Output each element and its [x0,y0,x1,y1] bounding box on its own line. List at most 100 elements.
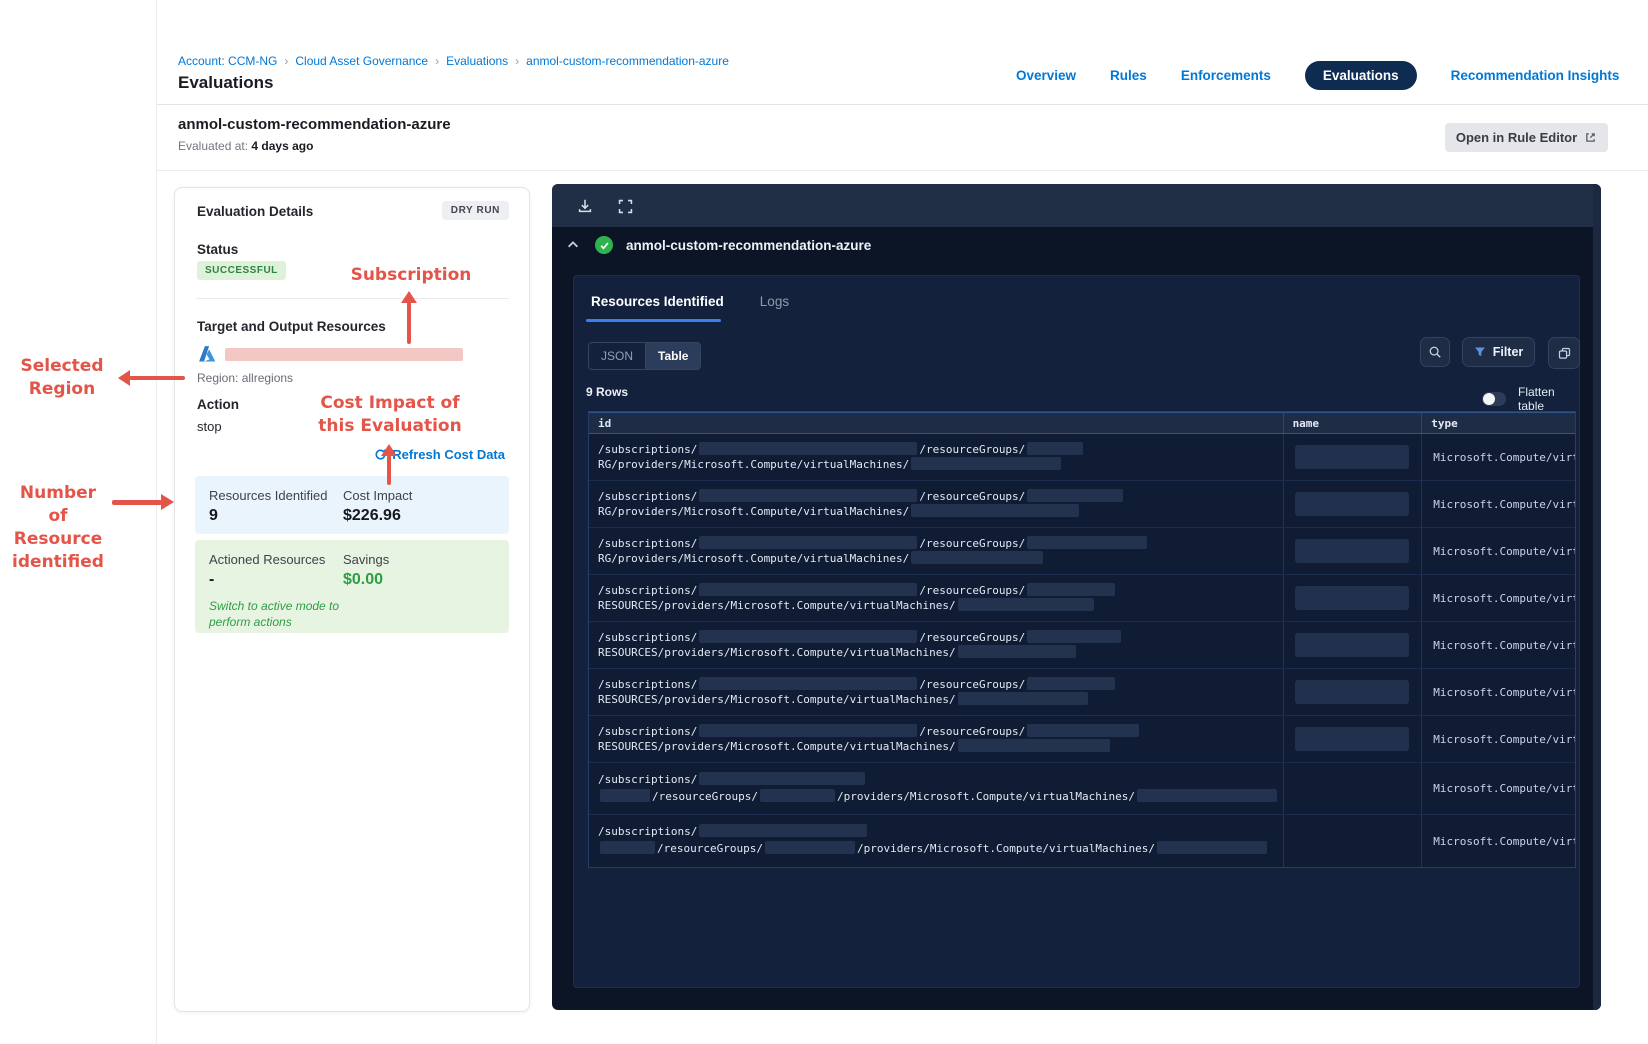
nav-tab-recommendation-insights[interactable]: Recommendation Insights [1451,68,1620,83]
search-icon [1429,346,1441,358]
breadcrumb-item[interactable]: Evaluations [446,54,508,68]
cell-type: Microsoft.Compute/virtu [1422,575,1575,621]
resources-identified-label: Resources Identified [209,488,328,503]
cell-id: /subscriptions/ /resourceGroups/RG/provid… [589,481,1284,527]
table-row: /subscriptions/ /resourceGroups/RESOURCES… [589,622,1575,669]
id-path-text: RESOURCES/providers/Microsoft.Compute/vi… [598,740,956,753]
tab-logs[interactable]: Logs [760,294,789,309]
open-rule-editor-button[interactable]: Open in Rule Editor [1445,123,1608,152]
cell-name [1284,434,1423,480]
column-header-type[interactable]: type [1422,413,1575,433]
cell-id: /subscriptions/ /resourceGroups/RG/provid… [589,434,1284,480]
breadcrumb-item[interactable]: Cloud Asset Governance [295,54,428,68]
fullscreen-button[interactable] [610,194,640,218]
cell-type: Microsoft.Compute/virtu [1422,528,1575,574]
id-path-text: /resourceGroups/ [652,790,758,803]
subheader-divider [157,170,1648,171]
page: Account: CCM-NG › Cloud Asset Governance › E… [0,0,1648,1044]
id-line2: RESOURCES/providers/Microsoft.Compute/vi… [598,692,1283,707]
run-title: anmol-custom-recommendation-azure [626,237,872,253]
id-line2: RESOURCES/providers/Microsoft.Compute/vi… [598,598,1283,613]
copy-icon [1558,347,1570,359]
nav-tab-overview[interactable]: Overview [1016,68,1076,83]
id-line2: /resourceGroups/ /providers/Microsoft.Com… [598,788,1283,805]
download-button[interactable] [570,194,600,218]
id-path-text: /subscriptions/ [598,631,698,644]
view-mode-json[interactable]: JSON [589,343,647,369]
filter-button[interactable]: Filter [1462,337,1535,367]
redacted-value [911,504,1080,517]
id-path-text: /subscriptions/ [598,584,698,597]
active-mode-note-line1: Switch to active mode to [209,599,340,613]
cell-id: /subscriptions/ /resourceGroups/RESOURCES… [589,669,1284,715]
panel-scrollbar[interactable] [1593,184,1601,1010]
redacted-value [911,551,1044,564]
type-value: Microsoft.Compute/virtu [1433,497,1575,511]
redacted-value [699,724,918,737]
cost-impact-value: $226.96 [343,507,401,524]
cell-id: /subscriptions/ /resourceGroups/RESOURCES… [589,622,1284,668]
id-path-text: /resourceGroups/ [919,725,1026,738]
evaluated-at-label: Evaluated at: [178,139,249,153]
breadcrumb-item[interactable]: Account: CCM-NG [178,54,277,68]
breadcrumb: Account: CCM-NG › Cloud Asset Governance › E… [178,54,729,68]
id-path-text: RESOURCES/providers/Microsoft.Compute/vi… [598,599,956,612]
id-line2: RG/providers/Microsoft.Compute/virtualMa… [598,504,1283,519]
resources-identified-value: 9 [209,507,218,524]
page-title: Evaluations [178,73,274,92]
redacted-value [957,739,1110,752]
annotation-region-arrow [129,376,185,380]
redacted-value [957,598,1094,611]
cell-name [1284,669,1423,715]
header-divider [157,104,1648,105]
id-line1: /subscriptions/ /resourceGroups/ [598,536,1283,551]
type-value: Microsoft.Compute/virtu [1433,834,1575,848]
table-row: /subscriptions/ /resourceGroups/RG/provid… [589,434,1575,481]
status-label: Status [197,242,239,257]
cell-id: /subscriptions/ /resourceGroups/ /provider… [589,815,1284,867]
panel-toolbar [552,184,1601,227]
id-path-text: /subscriptions/ [598,443,698,456]
filter-button-label: Filter [1492,345,1524,359]
redacted-value [699,583,918,596]
actioned-resources-value: - [209,571,215,588]
view-mode-table[interactable]: Table [646,343,701,369]
annotation-resources-count: Number of Resource identified [12,483,104,572]
annotation-selected-region: Selected Region [20,356,104,399]
id-path-text: /resourceGroups/ [919,678,1026,691]
rows-count: 9 Rows [586,385,629,399]
column-header-name[interactable]: name [1284,413,1423,433]
redacted-value [1027,489,1124,502]
nav-tab-enforcements[interactable]: Enforcements [1181,68,1271,83]
id-line1: /subscriptions/ /resourceGroups/ [598,630,1283,645]
id-path-text: /subscriptions/ [598,490,698,503]
redacted-value [1027,583,1116,596]
redacted-value [957,692,1088,705]
id-path-text: /subscriptions/ [598,825,698,838]
table-row: /subscriptions/ /resourceGroups/RESOURCES… [589,575,1575,622]
id-path-text: /subscriptions/ [598,537,698,550]
column-header-id[interactable]: id [589,413,1284,433]
redacted-value [699,677,918,690]
card-divider [196,298,509,299]
flatten-table-toggle[interactable]: Flatten table [1482,385,1579,413]
copy-button[interactable] [1548,337,1580,369]
redacted-name [1294,586,1409,610]
tab-resources-identified[interactable]: Resources Identified [591,294,724,309]
breadcrumb-item[interactable]: anmol-custom-recommendation-azure [526,54,729,68]
redacted-value [600,841,655,854]
collapse-run-button[interactable] [566,237,582,253]
id-line2: RG/providers/Microsoft.Compute/virtualMa… [598,551,1283,566]
redacted-value [699,442,918,455]
left-margin-divider [156,0,157,1044]
nav-tab-rules[interactable]: Rules [1110,68,1147,83]
nav-tab-evaluations[interactable]: Evaluations [1304,60,1417,90]
cell-name [1284,575,1423,621]
evaluation-details-card: Evaluation Details DRY RUN Status SUCCES… [174,187,530,1012]
id-line1: /subscriptions/ /resourceGroups/ [598,583,1283,598]
cell-type: Microsoft.Compute/virtu [1422,622,1575,668]
target-resources-label: Target and Output Resources [197,319,386,334]
search-button[interactable] [1420,337,1450,367]
cell-type: Microsoft.Compute/virtu [1422,716,1575,762]
id-path-text: /subscriptions/ [598,725,698,738]
